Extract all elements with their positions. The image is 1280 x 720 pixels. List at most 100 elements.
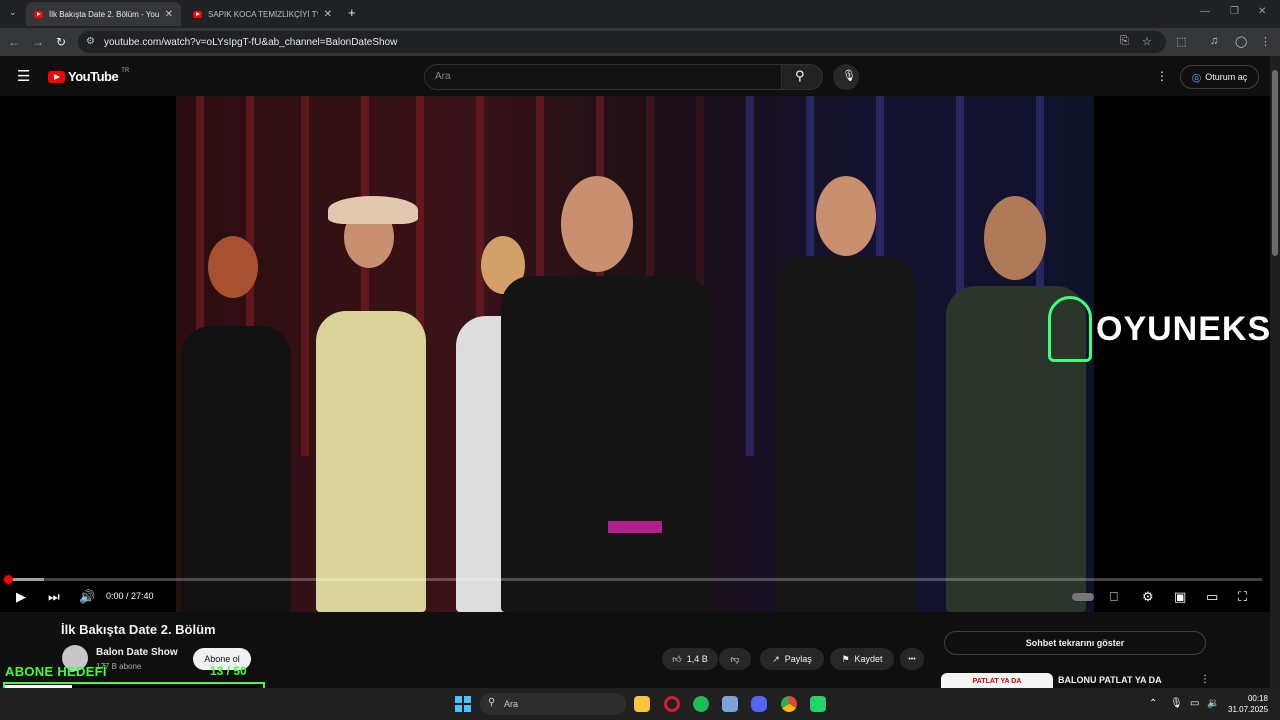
search-icon: ⚲ [795, 68, 805, 83]
progress-bar[interactable] [8, 578, 1262, 581]
progress-buffered [8, 578, 44, 581]
autoplay-toggle[interactable] [1072, 593, 1094, 601]
recommended-thumbnail[interactable]: PATLAT YA DA [941, 673, 1053, 689]
search-placeholder: Ara [435, 71, 451, 82]
profile-icon[interactable]: ◯ [1235, 35, 1247, 48]
media-control-icon[interactable]: ♫ [1210, 35, 1218, 47]
search-input[interactable]: Ara [424, 64, 782, 90]
youtube-logo[interactable]: YouTube TR [48, 67, 130, 84]
progress-scrubber[interactable] [4, 575, 13, 584]
person-5 [776, 256, 916, 612]
oyuneks-logo-icon [1048, 296, 1092, 362]
share-button[interactable]: ↗ Paylaş [760, 648, 824, 670]
fullscreen-icon[interactable]: ⛶ [1238, 589, 1247, 605]
discord-icon[interactable] [751, 696, 767, 712]
new-tab-button[interactable]: + [348, 5, 356, 20]
search-button[interactable]: ⚲ [781, 64, 823, 90]
save-label: Kaydet [854, 654, 883, 664]
tray-chevron-icon[interactable]: ⌃ [1149, 698, 1157, 709]
steam-app-icon[interactable] [722, 696, 738, 712]
subtitles-icon[interactable]: ⎕ [1110, 589, 1118, 605]
bookmark-star-icon[interactable]: ☆ [1142, 35, 1152, 48]
share-label: Paylaş [784, 654, 812, 664]
minimize-icon[interactable]: — [1200, 6, 1210, 17]
subscriber-goal-label: ABONE HEDEFİ [5, 664, 107, 679]
tab-search-icon[interactable]: ⌄ [9, 7, 17, 18]
clock-date: 31.07.2025 [1228, 705, 1269, 714]
whatsapp-icon[interactable] [810, 696, 826, 712]
oyuneks-watermark: OYUNEKS [1048, 296, 1270, 362]
next-icon[interactable]: ⏭ [48, 589, 60, 605]
time-display: 0:00 / 27:40 [106, 591, 154, 601]
chrome-menu-icon[interactable]: ⋮ [1260, 35, 1271, 48]
taskbar-search-icon: ⚲ [488, 697, 496, 708]
video-player[interactable]: OYUNEKS [0, 96, 1270, 612]
like-count: 1,4 B [686, 654, 708, 664]
region-code: TR [121, 67, 130, 74]
youtube-logo-text: YouTube [68, 69, 119, 84]
install-app-icon[interactable]: ⎘ [1120, 35, 1129, 48]
like-button[interactable]: 👍︎ 1,4 B [662, 648, 718, 670]
site-info-icon[interactable]: ⚙ [86, 36, 95, 47]
voice-search-button[interactable]: 🎙 [833, 64, 859, 90]
close-window-icon[interactable]: ✕ [1258, 6, 1266, 17]
url-text[interactable]: youtube.com/watch?v=oLYsIpgT-fU&ab_chann… [104, 37, 397, 48]
taskbar-search[interactable]: ⚲ Ara [480, 693, 626, 715]
file-explorer-icon[interactable] [634, 696, 650, 712]
scrollbar-thumb[interactable] [1272, 70, 1278, 256]
thumbs-down-icon: 👎︎ [730, 653, 740, 664]
user-circle-icon: ◎ [1191, 71, 1202, 84]
tab-youtube-date[interactable]: İlk Bakışta Date 2. Bölüm - YouTube ✕ [26, 2, 181, 26]
youtube-play-logo-icon [48, 70, 65, 83]
extensions-icon[interactable]: ⬚ [1176, 35, 1186, 48]
microphone-tray-icon[interactable]: 🎙 [1170, 698, 1183, 709]
close-tab-icon[interactable]: ✕ [165, 9, 173, 20]
more-actions-button[interactable]: ••• [900, 648, 924, 670]
system-clock[interactable]: 00:18 31.07.2025 [1228, 693, 1268, 715]
theater-mode-icon[interactable]: ▭ [1206, 589, 1218, 605]
tab-title: İlk Bakışta Date 2. Bölüm - YouTube [49, 9, 159, 19]
chrome-icon[interactable] [781, 696, 797, 712]
close-tab-icon[interactable]: ✕ [324, 9, 332, 20]
tab-strip: ⌄ İlk Bakışta Date 2. Bölüm - YouTube ✕ … [0, 0, 1280, 28]
dislike-button[interactable]: 👎︎ [719, 648, 751, 670]
signin-button[interactable]: ◎ Oturum aç [1180, 65, 1259, 89]
person-2 [316, 311, 426, 612]
reload-icon[interactable]: ↻ [56, 35, 66, 49]
share-arrow-icon: ↗ [772, 653, 780, 664]
back-icon[interactable]: ← [8, 35, 20, 49]
miniplayer-icon[interactable]: ▣ [1174, 589, 1186, 605]
hamburger-menu-icon[interactable]: ☰ [17, 67, 30, 85]
tab-sapik-koca[interactable]: SAPIK KOCA TEMİZLİKÇİYİ T*CİZ ✕ [185, 2, 340, 26]
person-4 [501, 276, 711, 612]
settings-dots-icon[interactable]: ⋮ [1156, 69, 1168, 83]
volume-icon[interactable]: 🔊 [79, 589, 95, 605]
maximize-icon[interactable]: ❐ [1230, 6, 1239, 17]
recommended-menu-icon[interactable]: ⋮ [1200, 674, 1210, 685]
signin-label: Oturum aç [1205, 72, 1248, 82]
bookmark-icon: ⚑ [841, 653, 850, 664]
channel-name[interactable]: Balon Date Show [96, 647, 178, 658]
taskbar-search-placeholder: Ara [504, 699, 519, 709]
youtube-favicon-icon [193, 10, 202, 18]
thumbs-up-icon: 👍︎ [672, 653, 682, 664]
recommended-title[interactable]: BALONU PATLAT YA DA [1058, 675, 1162, 685]
subscriber-goal-count: 13 / 50 [210, 664, 247, 678]
windows-start-icon[interactable] [455, 696, 471, 712]
play-icon[interactable]: ▶ [16, 589, 26, 605]
chat-replay-button[interactable]: Sohbet tekrarını göster [944, 631, 1206, 655]
settings-gear-icon[interactable]: ⚙ [1142, 589, 1154, 605]
speaker-icon[interactable]: 🔉 [1207, 698, 1219, 709]
video-frame [176, 96, 1094, 612]
watermark-text: OYUNEKS [1096, 309, 1270, 348]
spotify-icon[interactable] [693, 696, 709, 712]
network-icon[interactable]: ▭ [1190, 698, 1199, 709]
forward-icon[interactable]: → [32, 35, 44, 49]
youtube-favicon-icon [34, 10, 43, 18]
microphone-icon: 🎙 [842, 70, 856, 82]
save-button[interactable]: ⚑ Kaydet [830, 648, 894, 670]
clock-time: 00:18 [1247, 694, 1268, 703]
opera-icon[interactable] [664, 696, 680, 712]
video-title: İlk Bakışta Date 2. Bölüm [61, 622, 216, 637]
person-1 [181, 326, 291, 612]
